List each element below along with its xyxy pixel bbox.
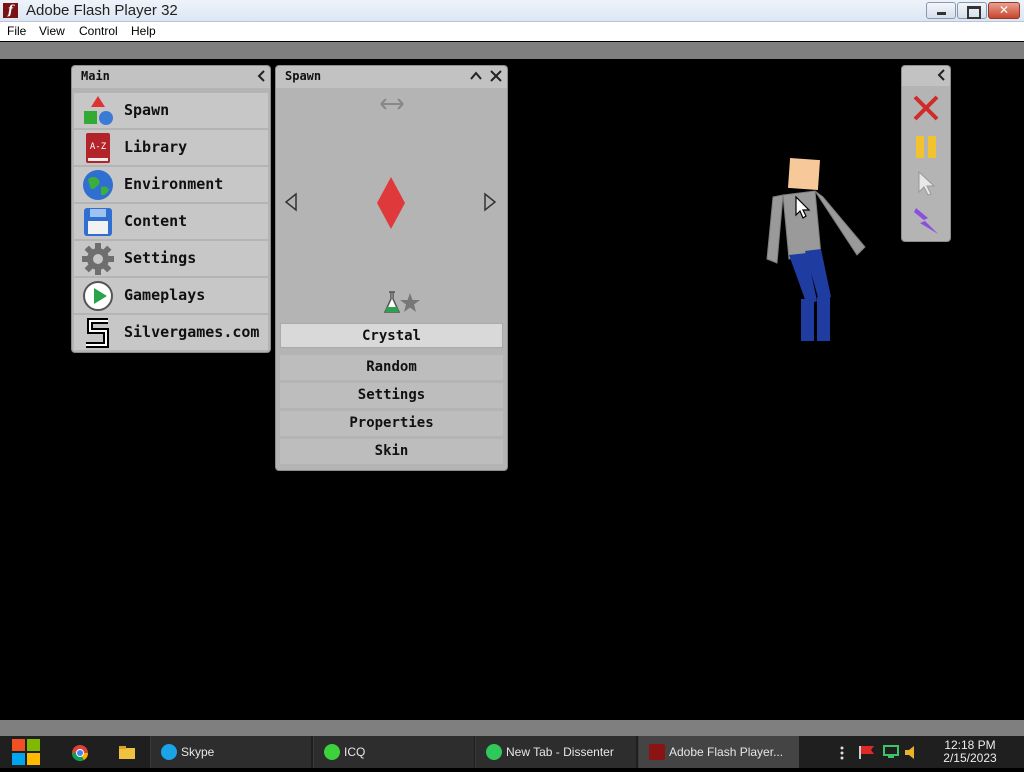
silvergames-logo-icon [82, 317, 114, 349]
main-item-label: Spawn [124, 101, 170, 119]
main-item-gameplays[interactable]: Gameplays [74, 278, 268, 313]
globe-icon [82, 169, 114, 201]
spawn-panel-title: Spawn [285, 69, 322, 83]
system-clock[interactable]: 12:18 PM 2/15/2023 [930, 739, 1010, 765]
main-item-label: Environment [124, 175, 224, 193]
main-panel-header: Main [72, 66, 270, 88]
windows-taskbar: Skype ICQ New Tab - Dissenter Adobe Flas… [0, 736, 1024, 768]
lightning-icon[interactable] [912, 206, 942, 236]
menu-control[interactable]: Control [79, 24, 118, 38]
taskbar-item-icq[interactable]: ICQ [313, 736, 474, 768]
main-item-label: Settings [124, 249, 197, 267]
ragdoll-character[interactable] [755, 155, 870, 350]
collapse-chevron-icon[interactable] [254, 68, 270, 84]
menu-file[interactable]: File [7, 24, 26, 38]
flask-star-icon[interactable] [383, 290, 421, 314]
floppy-disk-icon [82, 206, 114, 238]
file-explorer-icon[interactable] [118, 745, 136, 760]
next-arrow-icon[interactable] [482, 192, 498, 212]
prev-arrow-icon[interactable] [283, 192, 299, 212]
volume-icon[interactable] [904, 745, 920, 760]
clock-date: 2/15/2023 [943, 751, 997, 765]
svg-text:A-Z: A-Z [90, 142, 107, 152]
main-item-label: Gameplays [124, 286, 206, 304]
main-item-settings[interactable]: Settings [74, 241, 268, 276]
spawn-panel: Spawn Crystal Random Settings Properties… [275, 65, 508, 471]
menu-help[interactable]: Help [131, 24, 156, 38]
start-windows-icon[interactable] [10, 736, 42, 768]
chrome-icon[interactable] [71, 744, 91, 762]
crystal-preview-icon [376, 176, 406, 230]
collapse-up-icon[interactable] [468, 68, 484, 84]
resize-arrow-icon[interactable] [379, 96, 405, 110]
main-item-label: Silvergames.com [124, 323, 260, 341]
skype-icon [161, 744, 177, 760]
main-panel: Main Spawn A-Z Library Environment Conte… [71, 65, 271, 353]
maximize-button[interactable] [957, 2, 987, 19]
play-icon [82, 280, 114, 312]
flag-icon[interactable] [858, 745, 876, 760]
close-icon[interactable] [488, 68, 504, 84]
tool-panel-header [902, 66, 950, 86]
window-title-bar[interactable]: f Adobe Flash Player 32 ✕ [0, 0, 1024, 22]
stage-bottom-border [0, 720, 1024, 736]
main-item-label: Library [124, 138, 188, 156]
main-item-silvergames[interactable]: Silvergames.com [74, 315, 268, 350]
dissenter-icon [486, 744, 502, 760]
main-item-spawn[interactable]: Spawn [74, 93, 268, 128]
taskbar-item-flash[interactable]: Adobe Flash Player... [638, 736, 799, 768]
menu-view[interactable]: View [39, 24, 65, 38]
tool-panel [901, 65, 951, 242]
spawn-selected-item[interactable]: Crystal [280, 323, 503, 348]
skin-button[interactable]: Skin [280, 439, 503, 464]
main-item-environment[interactable]: Environment [74, 167, 268, 202]
settings-button[interactable]: Settings [280, 383, 503, 408]
minimize-button[interactable] [926, 2, 956, 19]
taskbar-item-skype[interactable]: Skype [150, 736, 311, 768]
delete-x-icon[interactable] [912, 94, 940, 122]
main-item-library[interactable]: A-Z Library [74, 130, 268, 165]
gear-icon [82, 243, 114, 275]
overflow-dots-icon[interactable] [838, 745, 846, 760]
pause-icon[interactable] [914, 134, 938, 160]
spawn-shapes-icon [82, 95, 114, 127]
close-button[interactable]: ✕ [988, 2, 1020, 19]
menu-bar: File View Control Help [0, 22, 1024, 41]
pointer-icon[interactable] [916, 170, 936, 196]
window-title: Adobe Flash Player 32 [26, 2, 178, 19]
icq-icon [324, 744, 340, 760]
main-panel-title: Main [81, 69, 110, 83]
main-item-label: Content [124, 212, 188, 230]
random-button[interactable]: Random [280, 355, 503, 380]
network-icon[interactable] [882, 745, 900, 760]
spawn-panel-header[interactable]: Spawn [276, 66, 507, 88]
taskbar-item-dissenter[interactable]: New Tab - Dissenter [475, 736, 636, 768]
flash-icon [649, 744, 665, 760]
properties-button[interactable]: Properties [280, 411, 503, 436]
stage-top-border [0, 42, 1024, 59]
main-item-content[interactable]: Content [74, 204, 268, 239]
library-book-icon: A-Z [82, 132, 114, 164]
flash-app-icon: f [3, 3, 18, 18]
collapse-chevron-icon[interactable] [934, 67, 950, 83]
